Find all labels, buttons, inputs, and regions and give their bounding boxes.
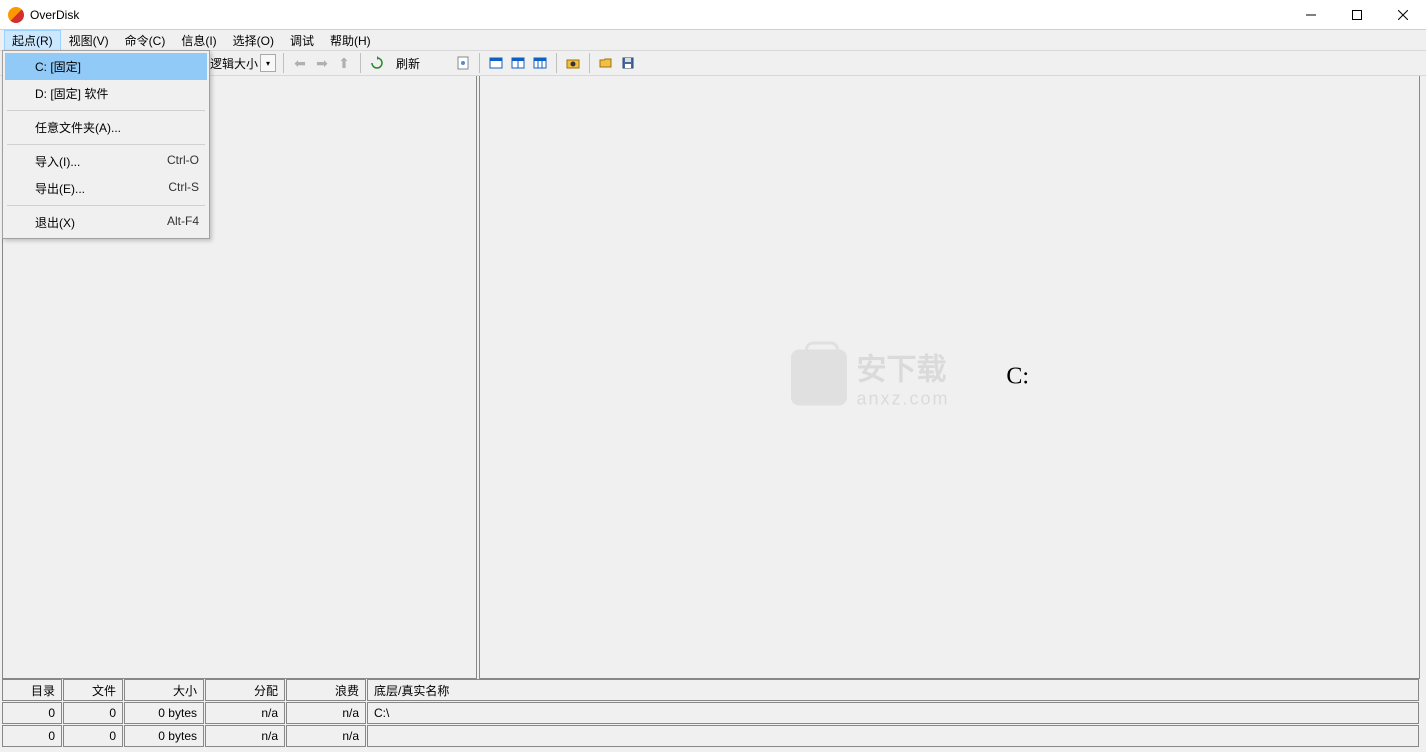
header-waste: 浪费	[286, 679, 366, 701]
maximize-button[interactable]	[1334, 0, 1380, 29]
cell-waste: n/a	[286, 725, 366, 747]
camera-icon[interactable]	[564, 54, 582, 72]
menu-view[interactable]: 视图(V)	[61, 30, 117, 51]
cell-path	[367, 725, 1419, 747]
refresh-button[interactable]: 刷新	[390, 55, 426, 72]
main-content: 安下载 anxz.com C:	[0, 76, 1426, 679]
menu-debug[interactable]: 调试	[282, 30, 322, 51]
save-icon[interactable]	[619, 54, 637, 72]
menu-help[interactable]: 帮助(H)	[322, 30, 379, 51]
menu-select[interactable]: 选择(O)	[225, 30, 282, 51]
header-path: 底层/真实名称	[367, 679, 1419, 701]
cell-alloc: n/a	[205, 702, 285, 724]
size-mode-combo[interactable]: 逻辑大小 ▾	[210, 54, 276, 72]
window-layout-1-icon[interactable]	[487, 54, 505, 72]
toolbar: 逻辑大小 ▾ ⬅ ➡ ⬆ 刷新	[0, 50, 1426, 76]
window-controls	[1288, 0, 1426, 29]
dropdown-item-c-drive[interactable]: C: [固定]	[5, 53, 207, 80]
menu-info[interactable]: 信息(I)	[173, 30, 224, 51]
dropdown-shortcut: Alt-F4	[167, 214, 199, 231]
menu-command[interactable]: 命令(C)	[117, 30, 174, 51]
visualization-panel[interactable]: 安下载 anxz.com C:	[479, 76, 1420, 679]
header-size: 大小	[124, 679, 204, 701]
watermark-text: 安下载 anxz.com	[856, 345, 949, 410]
dropdown-item-any-folder[interactable]: 任意文件夹(A)...	[5, 114, 207, 141]
title-bar: OverDisk	[0, 0, 1426, 30]
status-headers: 目录 文件 大小 分配 浪费 底层/真实名称	[2, 679, 1420, 701]
forward-icon[interactable]: ➡	[313, 54, 331, 72]
back-icon[interactable]: ⬅	[291, 54, 309, 72]
cell-size: 0 bytes	[124, 725, 204, 747]
window-title: OverDisk	[30, 8, 1288, 22]
dropdown-label: 导出(E)...	[35, 180, 85, 197]
dropdown-label: 任意文件夹(A)...	[35, 119, 121, 136]
minimize-button[interactable]	[1288, 0, 1334, 29]
close-button[interactable]	[1380, 0, 1426, 29]
watermark-bag-icon	[790, 349, 846, 405]
cell-dir: 0	[2, 702, 62, 724]
toolbar-separator	[589, 53, 590, 73]
header-dir: 目录	[2, 679, 62, 701]
dropdown-shortcut: Ctrl-O	[167, 153, 199, 170]
status-row: 0 0 0 bytes n/a n/a C:\	[2, 702, 1420, 724]
dropdown-separator	[7, 205, 205, 206]
dropdown-label: 导入(I)...	[35, 153, 80, 170]
toolbar-separator	[283, 53, 284, 73]
start-dropdown-menu: C: [固定] D: [固定] 软件 任意文件夹(A)... 导入(I)... …	[2, 50, 210, 239]
cell-dir: 0	[2, 725, 62, 747]
menu-bar: 起点(R) 视图(V) 命令(C) 信息(I) 选择(O) 调试 帮助(H)	[0, 30, 1426, 50]
toolbar-separator	[360, 53, 361, 73]
chevron-down-icon[interactable]: ▾	[260, 54, 276, 72]
dropdown-item-export[interactable]: 导出(E)... Ctrl-S	[5, 175, 207, 202]
cell-path: C:\	[367, 702, 1419, 724]
size-mode-label: 逻辑大小	[210, 55, 258, 72]
status-row: 0 0 0 bytes n/a n/a	[2, 725, 1420, 747]
watermark-cn: 安下载	[856, 345, 949, 389]
dropdown-item-exit[interactable]: 退出(X) Alt-F4	[5, 209, 207, 236]
window-layout-2-icon[interactable]	[509, 54, 527, 72]
watermark: 安下载 anxz.com	[790, 345, 949, 410]
header-file: 文件	[63, 679, 123, 701]
dropdown-item-d-drive[interactable]: D: [固定] 软件	[5, 80, 207, 107]
watermark-en: anxz.com	[856, 389, 949, 410]
toolbar-separator	[479, 53, 480, 73]
cell-file: 0	[63, 725, 123, 747]
dropdown-label: D: [固定] 软件	[35, 85, 108, 102]
toolbar-separator	[556, 53, 557, 73]
dropdown-label: C: [固定]	[35, 58, 81, 75]
refresh-icon[interactable]	[368, 54, 386, 72]
up-icon[interactable]: ⬆	[335, 54, 353, 72]
window-layout-3-icon[interactable]	[531, 54, 549, 72]
status-area: 目录 文件 大小 分配 浪费 底层/真实名称 0 0 0 bytes n/a n…	[0, 679, 1426, 752]
dropdown-separator	[7, 144, 205, 145]
app-icon	[8, 7, 24, 23]
dropdown-shortcut: Ctrl-S	[168, 180, 199, 197]
drive-label: C:	[1006, 364, 1029, 391]
cell-size: 0 bytes	[124, 702, 204, 724]
dropdown-item-import[interactable]: 导入(I)... Ctrl-O	[5, 148, 207, 175]
document-icon[interactable]	[454, 54, 472, 72]
cell-alloc: n/a	[205, 725, 285, 747]
header-alloc: 分配	[205, 679, 285, 701]
cell-waste: n/a	[286, 702, 366, 724]
folder-open-icon[interactable]	[597, 54, 615, 72]
dropdown-separator	[7, 110, 205, 111]
cell-file: 0	[63, 702, 123, 724]
dropdown-label: 退出(X)	[35, 214, 75, 231]
menu-start[interactable]: 起点(R)	[4, 30, 61, 51]
